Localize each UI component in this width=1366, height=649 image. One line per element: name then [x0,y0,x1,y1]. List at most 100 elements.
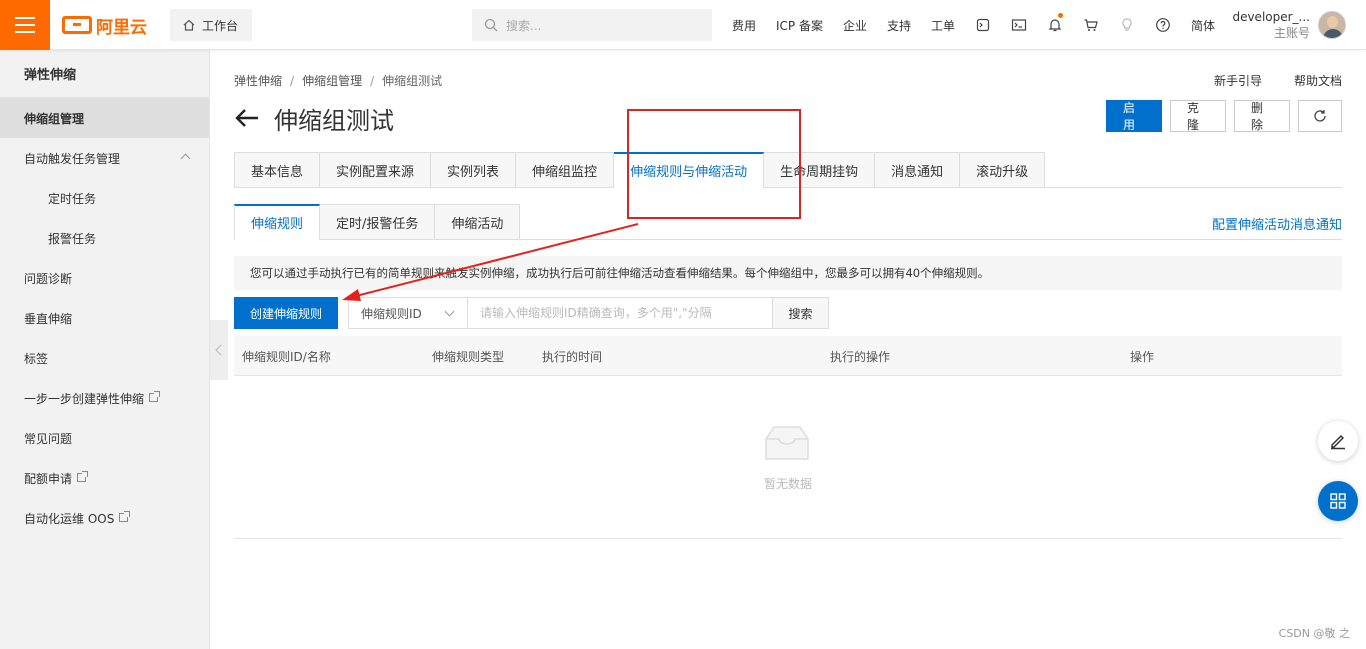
sidebar-item-label: 伸缩组管理 [24,111,85,126]
tab-rolling-upgrade[interactable]: 滚动升级 [960,152,1046,188]
nav-ticket[interactable]: 工单 [921,17,965,34]
breadcrumb-separator: / [370,74,375,88]
apps-button[interactable] [1318,481,1358,521]
tab-basic-info[interactable]: 基本信息 [234,152,321,188]
sidebar-item-scaling-groups[interactable]: 伸缩组管理 [0,98,209,138]
sidebar-item-step-by-step[interactable]: 一步一步创建弹性伸缩 [0,378,209,418]
column-header: 伸缩规则类型 [432,349,505,364]
language-switch[interactable]: 简体 [1181,17,1225,34]
help-links: 新手引导 帮助文档 [1214,72,1342,89]
sidebar-item-quota[interactable]: 配额申请 [0,458,209,498]
header-actions: 启用 克隆 删除 [1106,100,1342,132]
column-header: 伸缩规则ID/名称 [242,349,331,364]
main-tabs: 基本信息 实例配置来源 实例列表 伸缩组监控 伸缩规则与伸缩活动 生命周期挂钩 … [234,152,1342,188]
aliyun-logo[interactable]: 阿里云 [62,13,147,38]
column-header: 执行的时间 [542,349,603,364]
breadcrumb-current: 伸缩组测试 [382,74,443,88]
sidebar-item-auto-tasks[interactable]: 自动触发任务管理 [0,138,209,178]
rule-id-search-input[interactable] [468,297,773,329]
cart-icon[interactable] [1073,0,1109,50]
delete-button[interactable]: 删除 [1234,100,1290,132]
subtab-scheduled-alarm-tasks[interactable]: 定时/报警任务 [320,204,436,240]
sidebar-item-faq[interactable]: 常见问题 [0,418,209,458]
empty-state: 暂无数据 [234,377,1342,539]
sidebar-item-label: 一步一步创建弹性伸缩 [24,391,145,406]
create-rule-button[interactable]: 创建伸缩规则 [234,297,338,329]
subtab-scaling-activities[interactable]: 伸缩活动 [435,204,521,240]
grid-icon [1330,493,1346,509]
column-header: 操作 [1130,349,1155,364]
tab-rules-activities[interactable]: 伸缩规则与伸缩活动 [614,152,765,188]
sidebar-collapse-handle[interactable] [210,320,228,380]
chevron-up-icon [180,153,191,164]
workbench-button[interactable]: 工作台 [170,9,252,41]
feedback-edit-button[interactable] [1318,421,1358,461]
select-value: 伸缩规则ID [361,306,422,321]
rules-toolbar: 创建伸缩规则 伸缩规则ID 搜索 [234,297,829,329]
filter-field-select[interactable]: 伸缩规则ID [348,297,468,329]
refresh-icon [1314,110,1326,122]
breadcrumb: 弹性伸缩 / 伸缩组管理 / 伸缩组测试 [234,72,442,89]
cloudshell-icon[interactable] [965,0,1001,50]
sidebar-item-oos[interactable]: 自动化运维 OOS [0,498,209,538]
subtab-scaling-rules[interactable]: 伸缩规则 [234,204,321,240]
column-header: 执行的操作 [830,349,891,364]
sidebar-title: 弹性伸缩 [0,50,209,98]
sidebar-item-diagnosis[interactable]: 问题诊断 [0,258,209,298]
external-link-icon [149,390,161,402]
breadcrumb-item[interactable]: 弹性伸缩 [234,74,282,88]
sidebar-item-alarm-tasks[interactable]: 报警任务 [0,218,209,258]
breadcrumb-item[interactable]: 伸缩组管理 [302,74,362,88]
enable-button[interactable]: 启用 [1106,100,1162,132]
clone-button[interactable]: 克隆 [1170,100,1226,132]
menu-icon[interactable] [0,0,50,50]
sidebar-item-label: 配额申请 [24,471,73,486]
sidebar-item-label: 报警任务 [48,231,97,246]
workbench-label: 工作台 [202,18,239,33]
user-account-type: 主账号 [1273,26,1310,40]
avatar[interactable] [1318,11,1346,39]
chevron-left-icon [215,344,227,356]
user-menu[interactable]: developer_... 主账号 [1230,0,1366,50]
top-nav: 费用 ICP 备案 企业 支持 工单 简体 [722,0,1225,50]
tab-instance-config[interactable]: 实例配置来源 [320,152,432,188]
chevron-down-icon [444,306,455,317]
search-placeholder: 搜索... [506,18,542,33]
tab-lifecycle-hooks[interactable]: 生命周期挂钩 [764,152,876,188]
nav-icp[interactable]: ICP 备案 [766,17,833,34]
refresh-button[interactable] [1298,100,1342,132]
user-name: developer_... [1232,10,1310,24]
configure-notification-link[interactable]: 配置伸缩活动消息通知 [1212,214,1342,233]
search-icon [484,18,498,32]
watermark: CSDN @敬 之 [1278,627,1350,640]
external-link-icon [77,470,89,482]
nav-enterprise[interactable]: 企业 [833,17,877,34]
sub-tabs: 伸缩规则 定时/报警任务 伸缩活动 [234,204,1342,240]
nav-billing[interactable]: 费用 [722,17,766,34]
tab-notifications[interactable]: 消息通知 [875,152,961,188]
terminal-icon[interactable] [1001,0,1037,50]
edit-icon [1331,435,1345,450]
tab-instance-list[interactable]: 实例列表 [431,152,517,188]
bell-icon[interactable] [1037,0,1073,50]
sidebar-item-tags[interactable]: 标签 [0,338,209,378]
info-message: 您可以通过手动执行已有的简单规则来触发实例伸缩，成功执行后可前往伸缩活动查看伸缩… [234,256,1342,290]
nav-support[interactable]: 支持 [877,17,921,34]
empty-inbox-icon [765,426,809,460]
sidebar-item-scheduled-tasks[interactable]: 定时任务 [0,178,209,218]
top-bar: 阿里云 工作台 搜索... 费用 ICP 备案 企业 支持 工单 简体 deve… [0,0,1366,50]
sidebar-item-label: 自动触发任务管理 [24,151,121,166]
tab-monitoring[interactable]: 伸缩组监控 [516,152,615,188]
page-title: 伸缩组测试 [274,106,394,135]
sidebar-item-vertical-scaling[interactable]: 垂直伸缩 [0,298,209,338]
guide-link[interactable]: 新手引导 [1214,72,1262,89]
search-button[interactable]: 搜索 [773,297,829,329]
table-header: 伸缩规则ID/名称 伸缩规则类型 执行的时间 执行的操作 操作 [234,336,1342,376]
back-arrow-icon[interactable] [234,108,260,128]
help-icon[interactable] [1145,0,1181,50]
sidebar-item-label: 问题诊断 [24,271,73,286]
title-row: 伸缩组测试 [234,100,394,136]
bulb-icon[interactable] [1109,0,1145,50]
help-doc-link[interactable]: 帮助文档 [1294,72,1342,89]
global-search[interactable]: 搜索... [472,9,712,41]
